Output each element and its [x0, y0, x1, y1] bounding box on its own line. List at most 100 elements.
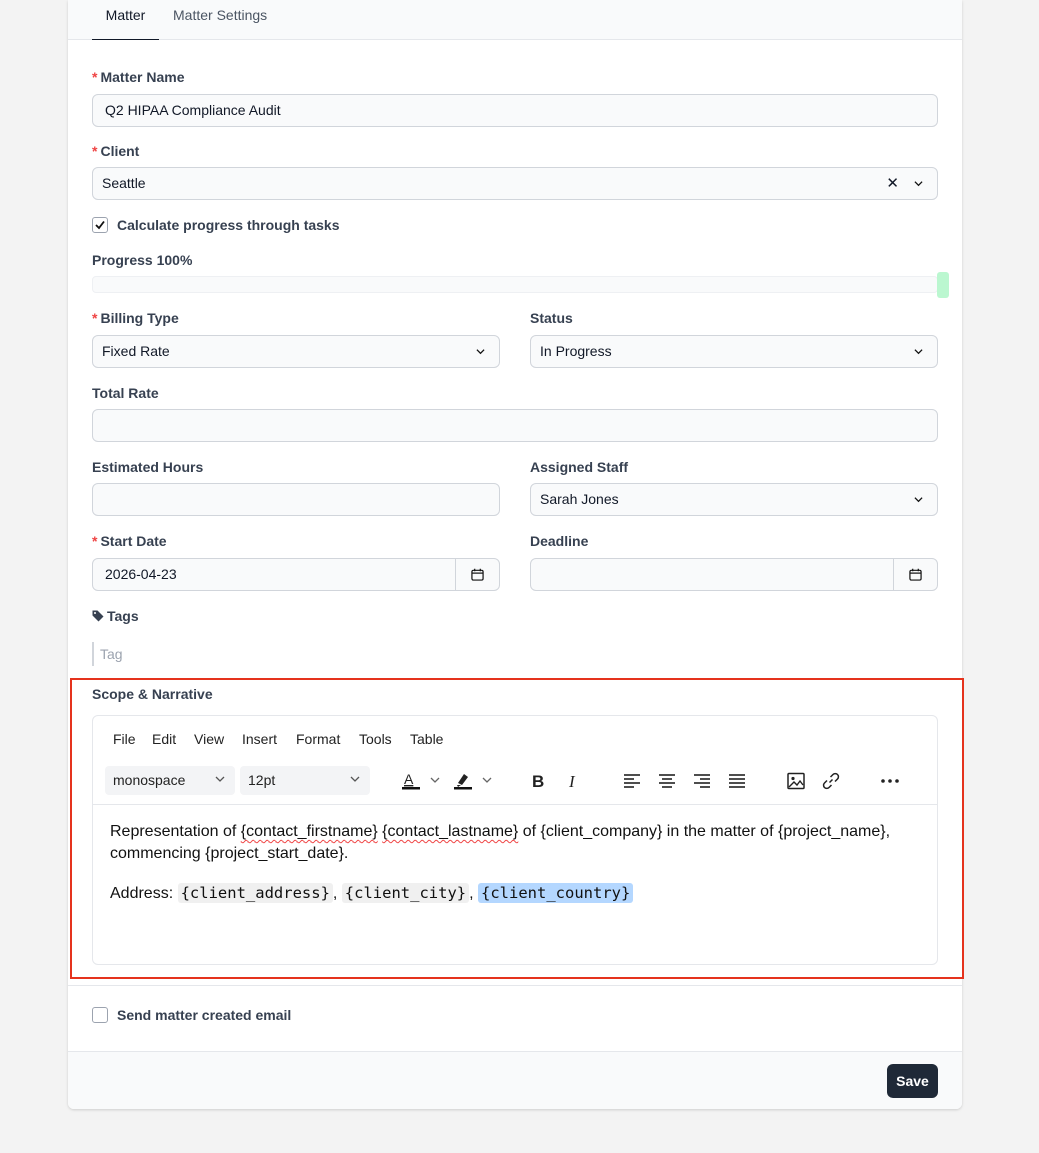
estimated-hours-input[interactable]: [92, 483, 500, 516]
placeholder-variable: {contact_firstname}: [240, 823, 378, 840]
narrative-paragraph: Representation of {contact_firstname} {c…: [110, 823, 891, 862]
billing-type-value: Fixed Rate: [102, 343, 170, 359]
client-select[interactable]: Seattle ✕: [92, 167, 938, 200]
assigned-staff-select[interactable]: Sarah Jones: [530, 483, 938, 516]
align-right-button[interactable]: [691, 770, 713, 792]
billing-type-select[interactable]: Fixed Rate: [92, 335, 500, 368]
font-family-select[interactable]: monospace: [105, 766, 235, 795]
scope-label: Scope & Narrative: [92, 686, 213, 702]
italic-button[interactable]: I: [562, 770, 584, 792]
billing-type-label: * Billing Type: [92, 310, 179, 326]
matter-form-card: Matter Matter Settings * Matter Name Q2 H…: [68, 0, 962, 1109]
chevron-down-icon: [914, 497, 923, 503]
calc-progress-label: Calculate progress through tasks: [117, 217, 340, 233]
placeholder-variable: {client_city}: [341, 883, 470, 903]
total-rate-label: Total Rate: [92, 385, 159, 401]
more-options-button[interactable]: [879, 770, 901, 792]
status-select[interactable]: In Progress: [530, 335, 938, 368]
editor-content[interactable]: Representation of {contact_firstname} {c…: [110, 821, 925, 905]
client-label: * Client: [92, 143, 140, 159]
insert-image-button[interactable]: [785, 770, 807, 792]
selected-placeholder-variable: {client_country}: [478, 883, 634, 903]
save-button[interactable]: Save: [887, 1064, 938, 1098]
start-date-label: * Start Date: [92, 533, 167, 549]
required-marker: *: [92, 143, 98, 159]
start-date-input[interactable]: 2026-04-23: [92, 558, 500, 591]
font-size-value: 12pt: [248, 772, 276, 788]
tab-matter[interactable]: Matter: [92, 0, 159, 40]
menu-insert[interactable]: Insert: [242, 731, 277, 747]
status-value: In Progress: [540, 343, 612, 359]
progress-label: Progress 100%: [92, 252, 193, 268]
placeholder-variable: {client_address}: [177, 883, 333, 903]
required-marker: *: [92, 69, 98, 85]
align-left-button[interactable]: [621, 770, 643, 792]
send-email-checkbox[interactable]: [92, 1007, 108, 1023]
text-color-icon: A: [402, 771, 440, 790]
tag-icon: [92, 610, 104, 622]
link-icon: [822, 772, 840, 790]
rich-text-editor: File Edit View Insert Format Tools Table…: [92, 715, 938, 965]
address-paragraph: Address: {client_address}, {client_city}…: [110, 882, 925, 905]
placeholder-variable: {contact_lastname}: [382, 823, 519, 840]
menu-view[interactable]: View: [194, 731, 224, 747]
chevron-down-icon: [914, 349, 923, 355]
align-justify-button[interactable]: [726, 770, 748, 792]
deadline-calendar-button[interactable]: [893, 559, 937, 590]
calendar-icon: [909, 568, 922, 581]
deadline-input[interactable]: [530, 558, 938, 591]
tag-input[interactable]: Tag: [92, 642, 123, 666]
highlight-color-button[interactable]: [453, 770, 499, 792]
chevron-down-icon: [914, 181, 923, 187]
svg-text:A: A: [404, 771, 414, 787]
deadline-label: Deadline: [530, 533, 589, 549]
bold-icon: B: [532, 772, 544, 791]
required-marker: *: [92, 533, 98, 549]
checkmark-icon: [95, 220, 105, 230]
bold-button[interactable]: B: [527, 770, 549, 792]
form-footer: Save: [68, 1051, 962, 1109]
align-center-icon: [659, 774, 675, 788]
estimated-hours-label: Estimated Hours: [92, 459, 204, 475]
align-justify-icon: [729, 774, 745, 788]
clear-icon[interactable]: ✕: [886, 168, 899, 199]
chevron-down-icon: [215, 776, 225, 782]
menu-file[interactable]: File: [113, 731, 136, 747]
insert-link-button[interactable]: [820, 770, 842, 792]
progress-bar: [92, 272, 949, 298]
menu-tools[interactable]: Tools: [359, 731, 392, 747]
align-center-button[interactable]: [656, 770, 678, 792]
tab-matter-settings[interactable]: Matter Settings: [173, 0, 267, 40]
highlighter-icon: [454, 774, 492, 790]
menu-edit[interactable]: Edit: [152, 731, 176, 747]
assigned-staff-label: Assigned Staff: [530, 459, 629, 475]
section-divider: [68, 985, 962, 986]
start-date-value: 2026-04-23: [105, 566, 177, 582]
more-horizontal-icon: [881, 779, 899, 783]
tags-label: Tags: [92, 607, 139, 625]
matter-name-input[interactable]: Q2 HIPAA Compliance Audit: [92, 94, 938, 127]
editor-toolbar: monospace 12pt A B I: [93, 760, 937, 805]
italic-icon: I: [568, 772, 576, 791]
svg-text:I: I: [568, 772, 576, 791]
calc-progress-checkbox[interactable]: [92, 217, 108, 233]
text-color-button[interactable]: A: [401, 770, 447, 792]
align-left-icon: [624, 774, 640, 788]
menu-table[interactable]: Table: [410, 731, 443, 747]
svg-text:B: B: [532, 772, 544, 791]
tab-bar: Matter Matter Settings: [68, 0, 962, 40]
align-right-icon: [694, 774, 710, 788]
matter-name-label: * Matter Name: [92, 69, 185, 85]
send-email-label: Send matter created email: [117, 1007, 292, 1023]
status-label: Status: [530, 310, 573, 326]
font-size-select[interactable]: 12pt: [240, 766, 370, 795]
editor-menubar: File Edit View Insert Format Tools Table: [93, 716, 937, 760]
start-date-calendar-button[interactable]: [455, 559, 499, 590]
image-icon: [787, 772, 805, 790]
menu-format[interactable]: Format: [296, 731, 340, 747]
progress-handle: [937, 272, 949, 298]
total-rate-input[interactable]: [92, 409, 938, 442]
client-select-value: Seattle: [102, 175, 146, 191]
chevron-down-icon: [476, 349, 485, 355]
chevron-down-icon: [350, 776, 360, 782]
